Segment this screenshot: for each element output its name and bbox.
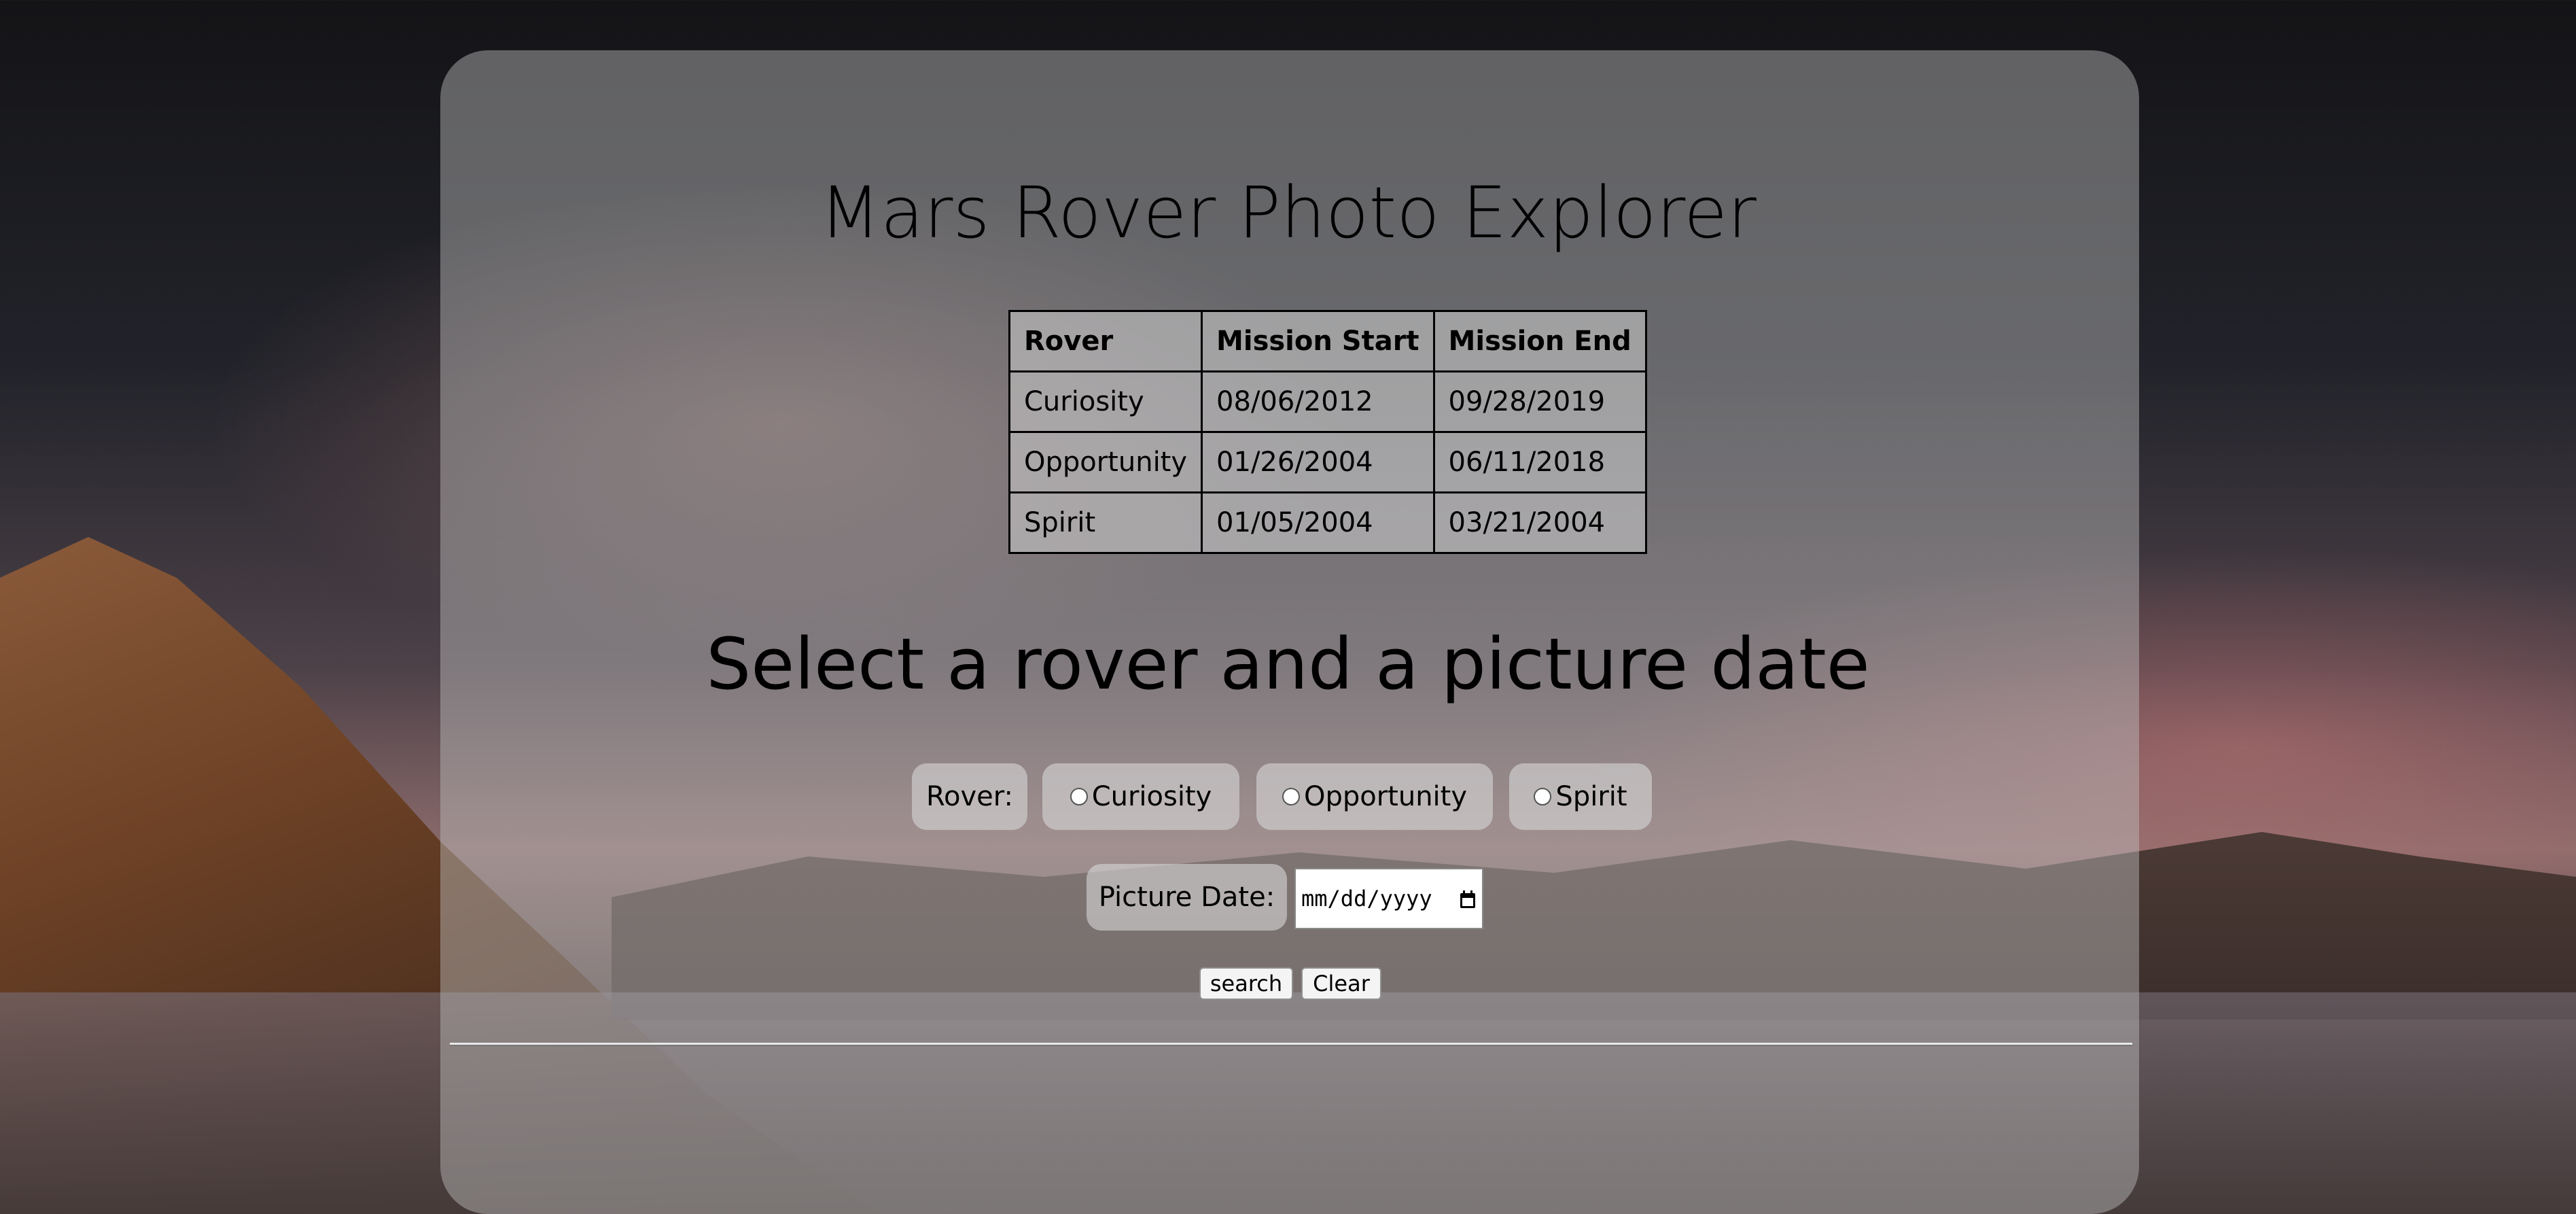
cell-mission-end: 03/21/2004 (1432, 491, 1647, 554)
column-header-rover: Rover (1008, 310, 1203, 372)
divider (450, 1043, 2132, 1046)
rover-label-text: Rover: (926, 781, 1013, 812)
radio-opportunity[interactable]: Opportunity (1256, 763, 1493, 830)
column-header-mission-end: Mission End (1432, 310, 1647, 372)
column-header-mission-start: Mission Start (1201, 310, 1435, 372)
cell-mission-end: 09/28/2019 (1432, 370, 1647, 433)
radio-unchecked-icon[interactable] (1534, 788, 1552, 805)
search-button-label: search (1210, 971, 1283, 996)
radio-curiosity[interactable]: Curiosity (1042, 763, 1239, 830)
radio-opportunity-label: Opportunity (1303, 781, 1468, 812)
cell-mission-start: 08/06/2012 (1201, 370, 1435, 433)
calendar-icon[interactable] (1459, 889, 1477, 908)
radio-spirit[interactable]: Spirit (1509, 763, 1652, 830)
radio-unchecked-icon[interactable] (1282, 788, 1300, 805)
cell-mission-start: 01/26/2004 (1201, 431, 1435, 493)
cell-mission-end: 06/11/2018 (1432, 431, 1647, 493)
picture-date-label-text: Picture Date: (1098, 882, 1275, 913)
radio-curiosity-label: Curiosity (1091, 781, 1212, 812)
table-row: Opportunity 01/26/2004 06/11/2018 (1008, 431, 1647, 493)
table-row: Spirit 01/05/2004 03/21/2004 (1008, 491, 1647, 554)
table-row: Curiosity 08/06/2012 09/28/2019 (1008, 370, 1647, 433)
page-title: Mars Rover Photo Explorer (819, 171, 1757, 254)
table-header-row: Rover Mission Start Mission End (1008, 310, 1647, 372)
cell-rover: Curiosity (1008, 370, 1203, 433)
picture-date-label: Picture Date: (1087, 864, 1287, 931)
cell-mission-start: 01/05/2004 (1201, 491, 1435, 554)
radio-unchecked-icon[interactable] (1070, 788, 1088, 805)
clear-button[interactable]: Clear (1301, 967, 1381, 1000)
radio-spirit-label: Spirit (1555, 781, 1627, 812)
rover-label: Rover: (912, 763, 1027, 830)
cell-rover: Spirit (1008, 491, 1203, 554)
picture-date-input[interactable]: mm/dd/yyyy (1294, 868, 1483, 929)
form-heading: Select a rover and a picture date (706, 623, 1870, 706)
mission-table: Rover Mission Start Mission End Curiosit… (1008, 310, 1647, 554)
clear-button-label: Clear (1313, 971, 1370, 996)
date-placeholder: mm/dd/yyyy (1301, 886, 1432, 912)
search-button[interactable]: search (1199, 967, 1293, 1000)
cell-rover: Opportunity (1008, 431, 1203, 493)
